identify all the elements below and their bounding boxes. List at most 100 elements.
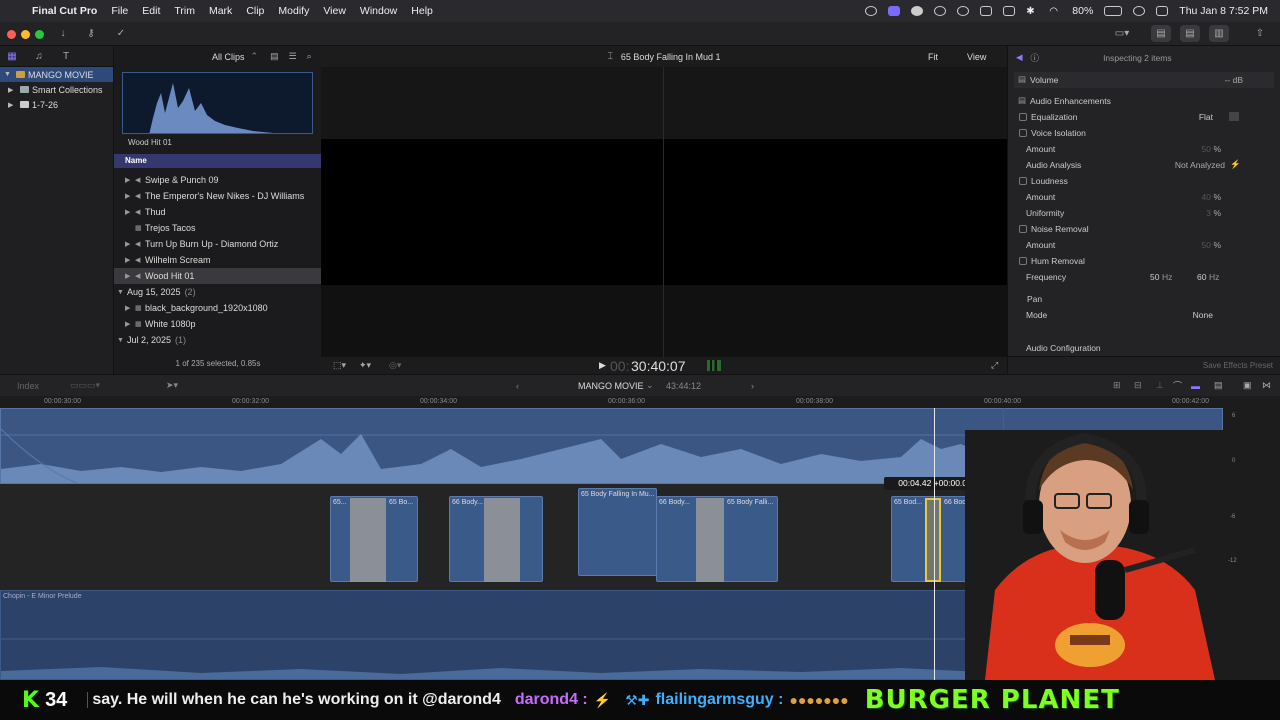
event-item[interactable]: ▶ 1-7-26 <box>0 97 113 112</box>
menu-modify[interactable]: Modify <box>278 5 309 17</box>
list-item[interactable]: ▶ ◀ Swipe & Punch 09 <box>114 172 322 188</box>
close-window-button[interactable] <box>7 30 16 39</box>
noise-removal-checkbox[interactable] <box>1019 224 1027 233</box>
history-forward-icon[interactable]: › <box>751 381 754 391</box>
workspace-icon[interactable]: ▭▾ <box>1107 25 1137 42</box>
select-tool-icon[interactable]: ➤▾ <box>166 380 178 391</box>
clip-appearance-icon[interactable]: ⊞ <box>1113 380 1121 391</box>
list-item[interactable]: ▶ ◀ Wilhelm Scream <box>114 252 322 268</box>
list-item[interactable]: ▶ ◀ Thud <box>114 204 322 220</box>
snapping-icon[interactable]: ▬ <box>1191 381 1200 391</box>
trim-selection[interactable] <box>925 498 941 582</box>
clip-filter[interactable]: All Clips <box>212 52 245 62</box>
battery-icon[interactable] <box>1104 6 1123 16</box>
amount-value[interactable]: 50 <box>1202 144 1211 154</box>
list-item[interactable]: ▶ ◀ Turn Up Burn Up - Diamond Ortiz <box>114 236 322 252</box>
background-tasks-icon[interactable]: ✓ <box>111 25 131 42</box>
menu-extra-icon[interactable] <box>934 6 947 16</box>
save-preset-button[interactable]: Save Effects Preset <box>1203 361 1273 370</box>
status-icon[interactable] <box>865 6 878 16</box>
zoom-slider-icon[interactable]: ⊥ <box>1156 380 1164 391</box>
speed-icon[interactable]: ◎▾ <box>389 360 401 371</box>
timeline-toggle-icon[interactable]: ▤ <box>1180 25 1200 42</box>
keyword-icon[interactable]: ⚷ <box>81 25 101 42</box>
timeline-ruler[interactable]: 00:00:30:00 00:00:32:00 00:00:34:00 00:0… <box>0 396 1280 408</box>
project-name[interactable]: MANGO MOVIE <box>578 381 644 391</box>
effects-browser-icon[interactable]: ▣ <box>1243 380 1252 391</box>
pan-mode-dropdown[interactable]: None <box>1193 310 1213 320</box>
clip-thumbnail[interactable] <box>122 72 313 134</box>
inspector-toggle-icon[interactable]: ▥ <box>1209 25 1229 42</box>
playhead[interactable] <box>934 408 935 680</box>
zoom-window-button[interactable] <box>35 30 44 39</box>
menu-view[interactable]: View <box>323 5 346 17</box>
voice-isolation-checkbox[interactable] <box>1019 128 1027 137</box>
libraries-icon[interactable]: ▦ <box>2 48 22 65</box>
import-icon[interactable]: ↓ <box>53 25 73 42</box>
edit-tools-icon[interactable]: ▭▭▭▾ <box>70 380 100 391</box>
clock[interactable]: Thu Jan 8 7:52 PM <box>1179 5 1268 17</box>
viewer-screen[interactable] <box>321 67 1007 357</box>
transitions-icon[interactable]: ⋈ <box>1262 380 1271 391</box>
list-item[interactable]: ▶ ▦ White 1080p <box>114 316 322 332</box>
menu-edit[interactable]: Edit <box>142 5 160 17</box>
timecode[interactable]: 30:40:07 <box>631 358 686 374</box>
amount-value[interactable]: 40 <box>1202 192 1211 202</box>
browser-toggle-icon[interactable]: ▤ <box>1151 25 1171 42</box>
info-icon[interactable]: ⓘ <box>1031 52 1040 64</box>
play-status-icon[interactable] <box>957 6 970 16</box>
eq-checkbox[interactable] <box>1019 112 1027 121</box>
audio-inspector-icon[interactable]: ◀ <box>1016 52 1023 63</box>
app-menu[interactable]: Final Cut Pro <box>32 5 97 17</box>
library-item[interactable]: ▼ MANGO MOVIE <box>0 67 113 82</box>
uniformity-value[interactable]: 3 <box>1206 208 1211 218</box>
minimize-window-button[interactable] <box>21 30 30 39</box>
clip-appearance-icon[interactable]: ▤ <box>270 51 279 62</box>
freq-60[interactable]: 60 <box>1197 272 1206 282</box>
index-button[interactable]: Index <box>17 381 39 391</box>
control-center-icon[interactable] <box>1156 6 1169 16</box>
play-icon[interactable]: ▶ <box>599 360 606 371</box>
bluetooth-icon[interactable]: ✱ <box>1026 6 1038 17</box>
hum-removal-checkbox[interactable] <box>1019 256 1027 265</box>
fit-dropdown[interactable]: Fit <box>928 52 938 62</box>
menu-mark[interactable]: Mark <box>209 5 232 17</box>
view-dropdown[interactable]: View <box>967 52 986 62</box>
volume-value[interactable]: -- dB <box>1225 75 1243 85</box>
history-back-icon[interactable]: ‹ <box>516 381 519 391</box>
transition[interactable] <box>696 498 724 582</box>
name-column-header[interactable]: Name <box>114 154 322 168</box>
list-item[interactable]: ▦ Trejos Tacos <box>114 220 322 236</box>
eq-dropdown[interactable]: Flat <box>1199 112 1213 122</box>
amount-value[interactable]: 50 <box>1202 240 1211 250</box>
loudness-checkbox[interactable] <box>1019 176 1027 185</box>
search-clips-icon[interactable]: ⌕ <box>307 51 312 62</box>
wifi-icon[interactable]: ◠ <box>1049 6 1061 17</box>
camera-icon[interactable] <box>980 6 993 16</box>
fullscreen-icon[interactable]: ⤢ <box>991 360 998 371</box>
menu-help[interactable]: Help <box>411 5 433 17</box>
headphones-icon[interactable]: ⌒ <box>1173 379 1182 392</box>
transition[interactable] <box>350 498 386 582</box>
titles-generators-icon[interactable]: T <box>56 48 76 65</box>
menu-trim[interactable]: Trim <box>174 5 195 17</box>
date-group[interactable]: ▼ Aug 15, 2025 (2) <box>114 284 322 300</box>
analyze-icon[interactable]: ⚡ <box>1230 159 1241 170</box>
zoom-out-icon[interactable]: ⊟ <box>1134 380 1142 391</box>
transition[interactable] <box>484 498 520 582</box>
date-group[interactable]: ▼ Jul 2, 2025 (1) <box>114 332 322 348</box>
photos-audio-icon[interactable]: ♫ <box>29 48 49 65</box>
transform-icon[interactable]: ⬚▾ <box>333 360 346 371</box>
enhance-icon[interactable]: ✦▾ <box>359 360 371 371</box>
eq-graph-icon[interactable] <box>1229 112 1239 121</box>
list-item-selected[interactable]: ▶ ◀ Wood Hit 01 <box>114 268 322 284</box>
list-view-icon[interactable]: ☰ <box>289 51 297 62</box>
stage-icon[interactable] <box>888 6 901 16</box>
menu-file[interactable]: File <box>111 5 128 17</box>
display-icon[interactable] <box>1003 6 1016 16</box>
search-icon[interactable] <box>1133 6 1146 16</box>
share-icon[interactable]: ⇧ <box>1250 25 1270 42</box>
list-item[interactable]: ▶ ▦ black_background_1920x1080 <box>114 300 322 316</box>
smart-collections-item[interactable]: ▶ Smart Collections <box>0 82 113 97</box>
menu-clip[interactable]: Clip <box>246 5 264 17</box>
